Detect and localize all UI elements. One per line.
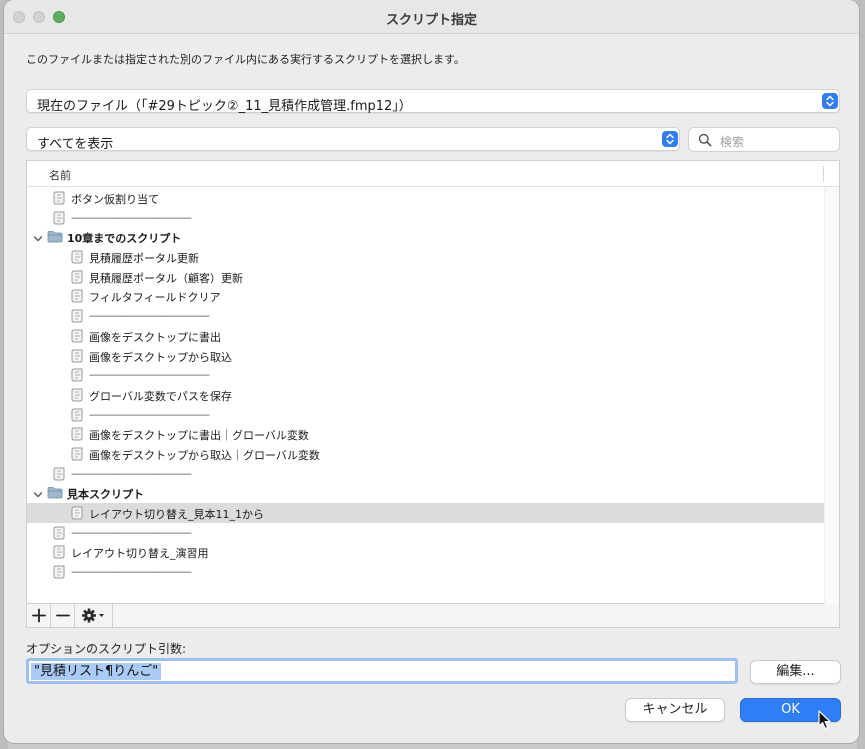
folder-row[interactable]: 10章までのスクリプト <box>27 227 824 247</box>
separator-row[interactable]: ———————————— <box>27 523 824 543</box>
folder-row[interactable]: 見本スクリプト <box>27 483 824 503</box>
script-label: 見積履歴ポータル更新 <box>89 252 199 266</box>
separator-row[interactable]: ———————————— <box>27 306 824 326</box>
add-script-button[interactable] <box>27 604 51 627</box>
edit-button[interactable]: 編集... <box>750 660 841 684</box>
script-row[interactable]: 画像をデスクトップに書出｜グローバル変数 <box>27 424 824 444</box>
script-label: 画像をデスクトップに書出｜グローバル変数 <box>89 429 309 443</box>
folder-icon <box>47 486 63 502</box>
script-icon <box>71 446 85 465</box>
script-row[interactable]: グローバル変数でパスを保存 <box>27 385 824 405</box>
plus-icon <box>32 608 46 623</box>
mouse-pointer-icon <box>818 710 832 733</box>
script-row[interactable]: 見積履歴ポータル更新 <box>27 247 824 267</box>
column-header-name: 名前 <box>49 169 71 182</box>
separator-label: ———————————— <box>89 407 210 421</box>
scrollbar[interactable] <box>824 188 839 604</box>
script-icon <box>71 367 85 386</box>
script-row[interactable]: ボタン仮割り当て <box>27 188 824 208</box>
separator-row[interactable]: ———————————— <box>27 365 824 385</box>
script-row[interactable]: 画像をデスクトップから取込 <box>27 346 824 366</box>
script-icon <box>71 288 85 307</box>
disclosure-chevron-icon[interactable] <box>33 488 43 502</box>
column-header[interactable]: 名前 <box>27 161 839 187</box>
separator-label: ———————————— <box>89 309 210 323</box>
separator-label: ———————————— <box>71 466 192 480</box>
script-icon <box>71 308 85 327</box>
search-icon <box>698 133 712 150</box>
script-icon <box>53 564 67 583</box>
script-icon <box>71 348 85 367</box>
separator-label: ———————————— <box>89 368 210 382</box>
list-toolbar <box>26 604 840 628</box>
script-rows: ボタン仮割り当て ———————————— 10章までのスクリプト見積履歴ポータル更… <box>27 188 824 582</box>
script-label: ボタン仮割り当て <box>71 193 159 206</box>
script-row[interactable]: フィルタフィールドクリア <box>27 286 824 306</box>
script-row[interactable]: 見積履歴ポータル（顧客）更新 <box>27 267 824 287</box>
show-filter-value: すべてを表示 <box>37 137 114 152</box>
separator-label: ———————————— <box>71 565 192 579</box>
separator-label: ———————————— <box>71 525 192 539</box>
show-filter-select[interactable]: すべてを表示 <box>26 127 680 152</box>
script-label: レイアウト切り替え_演習用 <box>71 547 209 561</box>
script-label: フィルタフィールドクリア <box>89 291 221 305</box>
file-select[interactable]: 現在のファイル（「#29トピック②_11_見積作成管理.fmp12」） <box>26 89 840 114</box>
script-label: 見積履歴ポータル（顧客）更新 <box>89 271 243 285</box>
script-icon <box>71 505 85 524</box>
script-label: 画像をデスクトップから取込 <box>89 350 232 364</box>
script-icon <box>71 407 85 426</box>
folder-label: 10章までのスクリプト <box>67 232 182 246</box>
specify-script-dialog: スクリプト指定 このファイルまたは指定された別のファイル内にある実行するスクリプ… <box>4 0 859 743</box>
script-icon <box>53 210 67 229</box>
script-icon <box>71 426 85 445</box>
folder-icon <box>47 230 63 246</box>
parameter-input[interactable]: "見積リスト¶りんご" <box>26 658 738 684</box>
script-label: 画像をデスクトップに書出 <box>89 330 221 344</box>
parameter-label: オプションのスクリプト引数: <box>26 642 187 656</box>
script-row[interactable]: レイアウト切り替え_演習用 <box>27 542 824 562</box>
separator-label: ———————————— <box>71 210 192 224</box>
script-label: 画像をデスクトップから取込｜グローバル変数 <box>89 448 320 462</box>
script-icon <box>71 387 85 406</box>
script-icon <box>53 544 67 563</box>
script-icon <box>71 328 85 347</box>
separator-row[interactable]: ———————————— <box>27 562 824 582</box>
window-title: スクリプト指定 <box>385 13 477 28</box>
script-icon <box>53 466 67 485</box>
file-select-stepper-icon[interactable] <box>822 93 838 109</box>
script-icon <box>53 190 67 209</box>
script-list[interactable]: 名前 ボタン仮割り当て ———————————— 10章までのスクリプト見積履歴ポー… <box>26 160 840 604</box>
script-icon <box>53 525 67 544</box>
script-row[interactable]: 画像をデスクトップから取込｜グローバル変数 <box>27 444 824 464</box>
script-icon <box>71 249 85 268</box>
script-label: グローバル変数でパスを保存 <box>89 389 232 403</box>
show-filter-stepper-icon[interactable] <box>662 131 678 147</box>
column-divider <box>823 166 824 182</box>
parameter-value: "見積リスト¶りんご" <box>31 663 162 680</box>
folder-label: 見本スクリプト <box>67 488 144 502</box>
cancel-button[interactable]: キャンセル <box>625 698 725 722</box>
script-icon <box>71 269 85 288</box>
script-label: レイアウト切り替え_見本11_1から <box>89 508 264 521</box>
search-placeholder: 検索 <box>720 135 745 149</box>
search-field[interactable]: 検索 <box>688 127 840 152</box>
remove-script-button[interactable] <box>51 604 75 627</box>
title-bar: スクリプト指定 <box>4 0 859 34</box>
script-row[interactable]: 画像をデスクトップに書出 <box>27 326 824 346</box>
disclosure-chevron-icon[interactable] <box>33 232 43 246</box>
separator-row[interactable]: ———————————— <box>27 464 824 484</box>
separator-row[interactable]: ———————————— <box>27 405 824 425</box>
instruction-text: このファイルまたは指定された別のファイル内にある実行するスクリプトを選択します。 <box>26 53 465 66</box>
file-select-value: 現在のファイル（「#29トピック②_11_見積作成管理.fmp12」） <box>37 99 412 114</box>
gear-icon <box>82 608 104 623</box>
separator-row[interactable]: ———————————— <box>27 208 824 228</box>
actions-menu-button[interactable] <box>75 604 113 627</box>
script-row[interactable]: レイアウト切り替え_見本11_1から <box>27 503 824 523</box>
minus-icon <box>56 614 70 617</box>
